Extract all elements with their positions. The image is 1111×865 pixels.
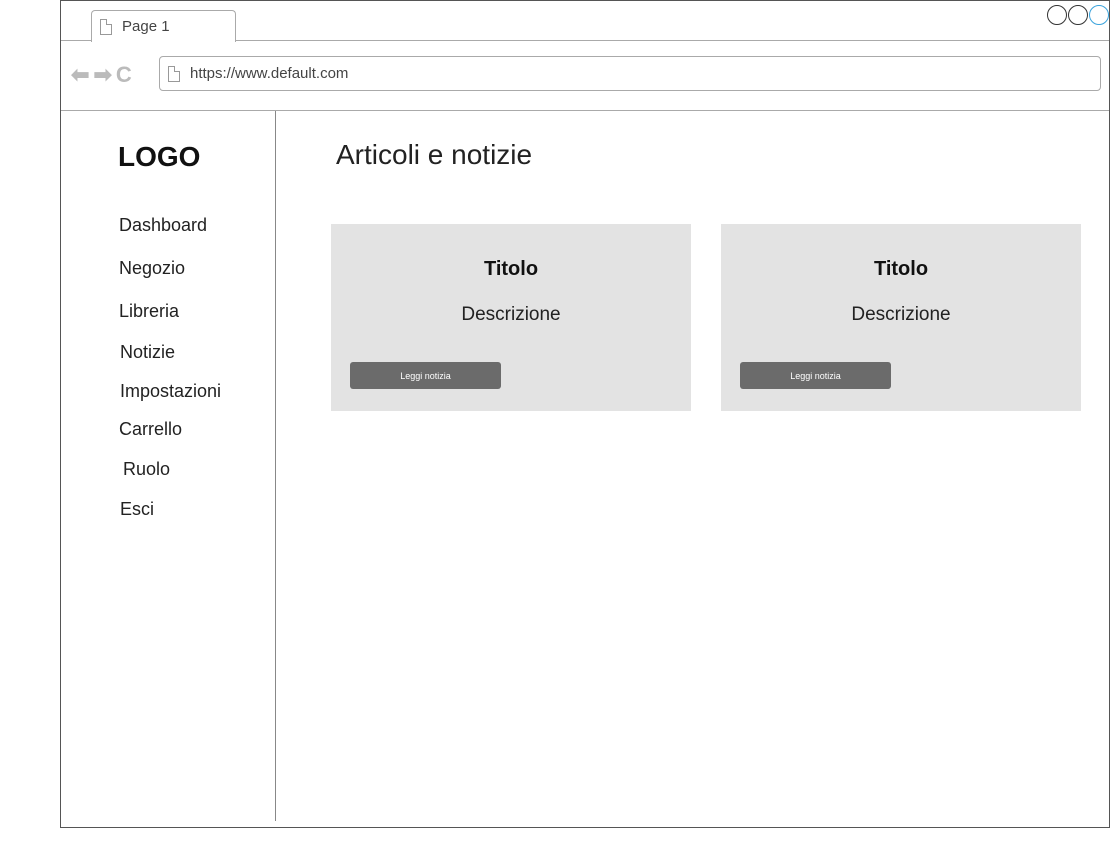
back-arrow-icon[interactable]: ⬅ — [71, 64, 89, 86]
tab-bar: Page 1 — [61, 1, 1109, 42]
window-minimize-button[interactable] — [1047, 5, 1067, 25]
reload-icon[interactable]: C — [116, 64, 132, 86]
nav-controls: ⬅ ➡ C — [71, 64, 132, 86]
forward-arrow-icon[interactable]: ➡ — [93, 64, 111, 86]
address-bar[interactable]: https://www.default.com — [159, 56, 1101, 91]
sidebar-item-negozio[interactable]: Negozio — [119, 258, 185, 279]
browser-tab[interactable]: Page 1 — [91, 10, 236, 42]
url-text: https://www.default.com — [190, 65, 349, 82]
window-close-button[interactable] — [1089, 5, 1109, 25]
sidebar-item-carrello[interactable]: Carrello — [119, 419, 182, 440]
navigation-bar: ⬅ ➡ C https://www.default.com — [61, 41, 1109, 111]
sidebar-item-impostazioni[interactable]: Impostazioni — [120, 381, 221, 402]
card-description: Descrizione — [851, 304, 951, 325]
card-title: Titolo — [873, 258, 929, 280]
news-card: Titolo Descrizione Leggi notizia — [331, 224, 691, 411]
page-icon — [168, 65, 180, 82]
sidebar-item-ruolo[interactable]: Ruolo — [123, 459, 170, 480]
card-description: Descrizione — [461, 304, 561, 325]
window-maximize-button[interactable] — [1068, 5, 1088, 25]
read-news-button[interactable]: Leggi notizia — [350, 362, 501, 389]
logo: LOGO — [118, 141, 201, 172]
card-title: Titolo — [483, 258, 539, 280]
tab-title: Page 1 — [122, 18, 170, 35]
sidebar-item-esci[interactable]: Esci — [120, 499, 154, 520]
page-title: Articoli e notizie — [336, 139, 533, 170]
news-card: Titolo Descrizione Leggi notizia — [721, 224, 1081, 411]
page-icon — [100, 18, 112, 35]
sidebar-item-libreria[interactable]: Libreria — [119, 301, 179, 322]
read-news-button[interactable]: Leggi notizia — [740, 362, 891, 389]
sidebar-item-notizie[interactable]: Notizie — [120, 342, 175, 363]
sidebar: LOGO Dashboard Negozio Libreria Notizie … — [61, 111, 276, 821]
sidebar-item-dashboard[interactable]: Dashboard — [119, 215, 207, 236]
window-controls — [1047, 5, 1109, 25]
browser-window: Page 1 ⬅ ➡ C https://www.default.com LOG… — [60, 0, 1110, 828]
